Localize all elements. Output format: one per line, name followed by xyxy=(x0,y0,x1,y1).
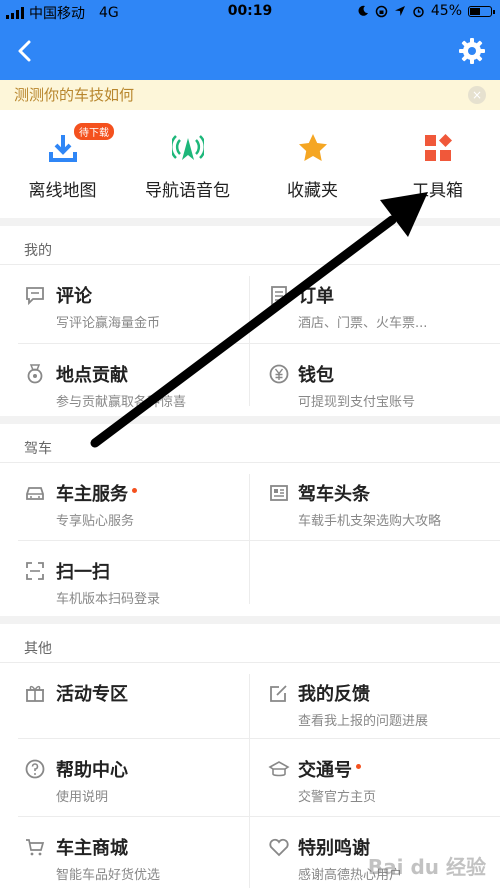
star-icon xyxy=(299,134,327,161)
status-bar: 中国移动 4G 00:19 45% xyxy=(0,0,500,24)
section-title: 其他 xyxy=(24,641,52,657)
scan-icon xyxy=(26,562,44,580)
item-subtitle: 车机版本扫码登录 xyxy=(56,592,161,607)
quick-item-offline-map[interactable]: 待下载 离线地图 xyxy=(0,110,125,218)
toolbox-grid-icon xyxy=(425,134,452,161)
chevron-left-icon xyxy=(18,40,31,62)
moon-icon xyxy=(358,5,368,16)
nav-bar xyxy=(0,24,500,80)
item-title: 钱包 xyxy=(298,365,334,386)
battery-percent: 45% xyxy=(430,3,462,19)
tip-banner[interactable]: 测测你的车技如何 × xyxy=(0,80,500,110)
heart-icon xyxy=(269,838,289,857)
alarm-icon xyxy=(413,6,424,17)
item-title: 特别鸣谢 xyxy=(298,838,370,859)
police-icon xyxy=(268,761,290,777)
section-driving: 驾车 车主服务 专享贴心服务 驾车头条 车载手机支架选购大攻略 扫一扫 车机版本… xyxy=(0,424,500,616)
download-icon xyxy=(49,135,77,162)
item-subtitle: 交警官方主页 xyxy=(298,790,377,805)
item-title-text: 交通号 xyxy=(298,760,352,781)
quick-item-voice-pack[interactable]: 导航语音包 xyxy=(125,110,250,218)
menu-item-orders[interactable]: 订单 酒店、门票、火车票... xyxy=(0,264,427,342)
new-dot xyxy=(356,764,361,769)
gear-icon xyxy=(459,38,485,64)
menu-item-my-feedback[interactable]: 我的反馈 查看我上报的问题进展 xyxy=(0,662,428,740)
quick-label: 收藏夹 xyxy=(287,181,338,201)
wallet-icon xyxy=(269,364,289,384)
watermark: Bai du 经验 xyxy=(367,855,486,879)
download-badge: 待下载 xyxy=(74,123,114,140)
back-button[interactable] xyxy=(10,36,40,66)
section-mine: 我的 评论 写评论赢海量金币 订单 酒店、门票、火车票... 地点贡献 参与贡献… xyxy=(0,226,500,416)
item-title: 订单 xyxy=(298,286,334,307)
item-subtitle: 查看我上报的问题进展 xyxy=(298,714,429,729)
tip-text: 测测你的车技如何 xyxy=(14,86,135,104)
edit-icon xyxy=(270,685,287,702)
rotation-lock-icon xyxy=(375,5,388,17)
quick-entries: 待下载 离线地图 导航语音包 收藏夹 工具箱 xyxy=(0,110,500,218)
section-other: 其他 活动专区 我的反馈 查看我上报的问题进展 帮助中心 使用说明 交通号 交警… xyxy=(0,624,500,888)
item-title: 扫一扫 xyxy=(56,562,110,583)
item-subtitle: 车载手机支架选购大攻略 xyxy=(298,514,442,529)
order-icon xyxy=(271,286,287,305)
item-title: 我的反馈 xyxy=(298,684,370,705)
menu-item-special-thanks[interactable]: 特别鸣谢 感谢高德热心用户 xyxy=(0,816,402,888)
item-subtitle: 可提现到支付宝账号 xyxy=(298,395,416,410)
item-title: 交通号 xyxy=(298,756,361,782)
quick-item-toolbox[interactable]: 工具箱 xyxy=(375,110,500,218)
battery-icon xyxy=(468,5,495,17)
item-title: 驾车头条 xyxy=(298,484,370,505)
quick-item-favorites[interactable]: 收藏夹 xyxy=(250,110,375,218)
quick-label: 导航语音包 xyxy=(145,181,230,201)
section-title: 驾车 xyxy=(24,441,52,457)
section-title: 我的 xyxy=(24,243,52,259)
quick-label: 工具箱 xyxy=(412,181,463,201)
close-icon[interactable]: × xyxy=(468,86,486,104)
news-icon xyxy=(270,485,288,501)
quick-label: 离线地图 xyxy=(28,181,97,201)
menu-item-driving-news[interactable]: 驾车头条 车载手机支架选购大攻略 xyxy=(0,462,441,540)
settings-button[interactable] xyxy=(458,37,488,67)
menu-item-traffic-account[interactable]: 交通号 交警官方主页 xyxy=(0,738,376,816)
voice-signal-icon xyxy=(172,135,204,160)
menu-item-scan[interactable]: 扫一扫 车机版本扫码登录 xyxy=(0,540,250,618)
item-subtitle: 酒店、门票、火车票... xyxy=(298,316,428,331)
menu-item-wallet[interactable]: 钱包 可提现到支付宝账号 xyxy=(0,343,415,421)
location-icon xyxy=(394,6,405,16)
